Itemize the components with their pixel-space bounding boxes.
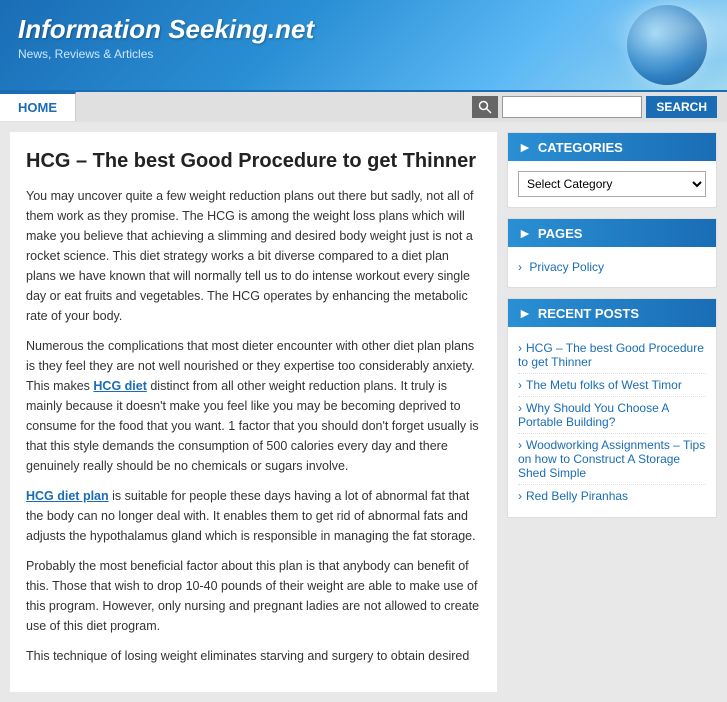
list-item: Woodworking Assignments – Tips on how to…: [518, 434, 706, 485]
recent-post-link-1[interactable]: HCG – The best Good Procedure to get Thi…: [518, 341, 704, 369]
categories-arrow-icon: ►: [518, 139, 532, 155]
search-icon: [472, 96, 498, 118]
list-item: HCG – The best Good Procedure to get Thi…: [518, 337, 706, 374]
recent-posts-title: RECENT POSTS: [538, 306, 639, 321]
navbar: HOME SEARCH: [0, 90, 727, 122]
categories-body: Select Category: [508, 161, 716, 207]
article-title: HCG – The best Good Procedure to get Thi…: [26, 148, 481, 174]
content-wrapper: HCG – The best Good Procedure to get Thi…: [0, 122, 727, 702]
recent-posts-arrow-icon: ►: [518, 305, 532, 321]
category-select[interactable]: Select Category: [518, 171, 706, 197]
paragraph-3: HCG diet plan is suitable for people the…: [26, 486, 481, 546]
recent-post-link-2[interactable]: The Metu folks of West Timor: [526, 378, 682, 392]
search-bar: SEARCH: [472, 96, 717, 118]
list-item: The Metu folks of West Timor: [518, 374, 706, 397]
main-content: HCG – The best Good Procedure to get Thi…: [10, 132, 497, 692]
article-body: You may uncover quite a few weight reduc…: [26, 186, 481, 666]
pages-arrow-icon: ►: [518, 225, 532, 241]
search-input[interactable]: [502, 96, 642, 118]
site-header: Information Seeking.net News, Reviews & …: [0, 0, 727, 90]
paragraph-2: Numerous the complications that most die…: [26, 336, 481, 476]
recent-posts-body: HCG – The best Good Procedure to get Thi…: [508, 327, 716, 517]
recent-post-link-3[interactable]: Why Should You Choose A Portable Buildin…: [518, 401, 669, 429]
recent-posts-header: ► RECENT POSTS: [508, 299, 716, 327]
nav-home[interactable]: HOME: [0, 92, 76, 121]
pages-title: PAGES: [538, 226, 583, 241]
pages-header: ► PAGES: [508, 219, 716, 247]
paragraph-1: You may uncover quite a few weight reduc…: [26, 186, 481, 326]
categories-widget: ► CATEGORIES Select Category: [507, 132, 717, 208]
categories-header: ► CATEGORIES: [508, 133, 716, 161]
recent-posts-widget: ► RECENT POSTS HCG – The best Good Proce…: [507, 298, 717, 518]
recent-post-link-5[interactable]: Red Belly Piranhas: [526, 489, 628, 503]
list-item: Privacy Policy: [518, 257, 706, 277]
privacy-policy-link[interactable]: Privacy Policy: [529, 260, 604, 274]
search-button[interactable]: SEARCH: [646, 96, 717, 118]
paragraph-4: Probably the most beneficial factor abou…: [26, 556, 481, 636]
site-subtitle: News, Reviews & Articles: [18, 47, 709, 61]
pages-widget: ► PAGES Privacy Policy: [507, 218, 717, 288]
site-title: Information Seeking.net: [18, 14, 709, 45]
paragraph-5: This technique of losing weight eliminat…: [26, 646, 481, 666]
sidebar: ► CATEGORIES Select Category ► PAGES Pri…: [507, 132, 717, 692]
list-item: Red Belly Piranhas: [518, 485, 706, 507]
pages-body: Privacy Policy: [508, 247, 716, 287]
categories-title: CATEGORIES: [538, 140, 623, 155]
globe-decoration: [627, 5, 707, 85]
recent-post-link-4[interactable]: Woodworking Assignments – Tips on how to…: [518, 438, 705, 480]
hcg-diet-link[interactable]: HCG diet: [93, 379, 146, 393]
pages-list: Privacy Policy: [518, 257, 706, 277]
list-item: Why Should You Choose A Portable Buildin…: [518, 397, 706, 434]
hcg-diet-plan-link[interactable]: HCG diet plan: [26, 489, 109, 503]
recent-posts-list: HCG – The best Good Procedure to get Thi…: [518, 337, 706, 507]
